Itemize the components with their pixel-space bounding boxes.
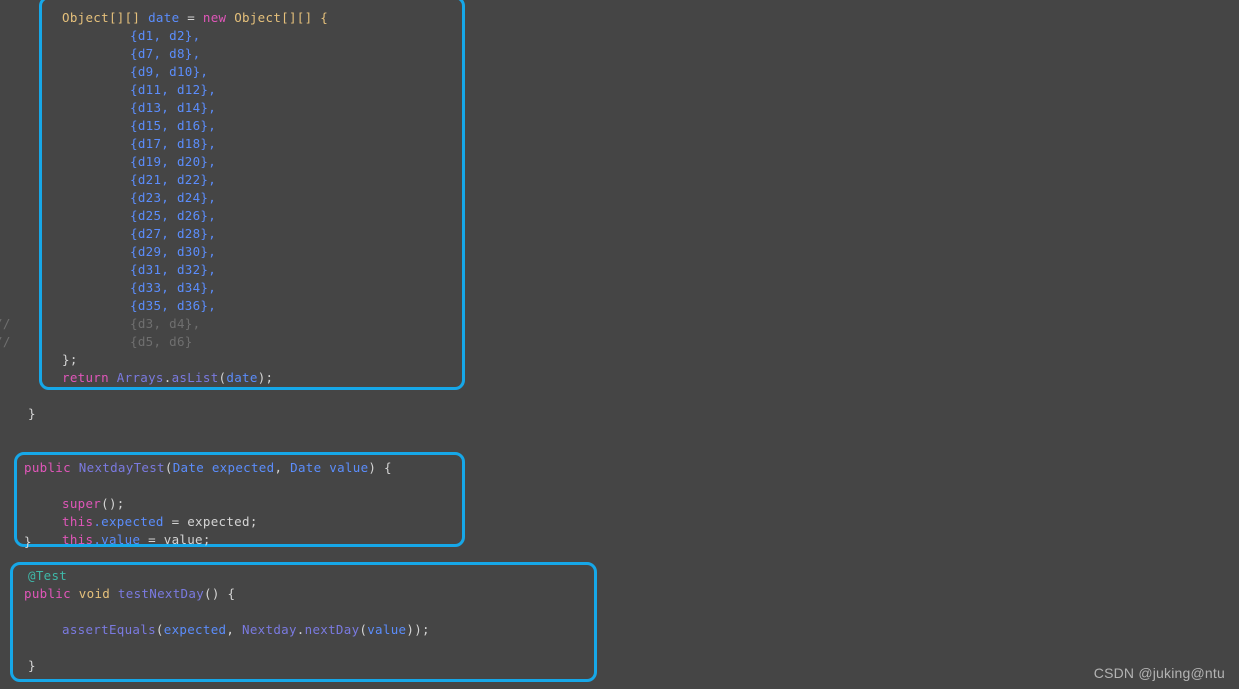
token-var-date: date	[148, 10, 180, 25]
token-arg-expected: expected	[163, 622, 227, 637]
token-field-expected: .expected	[93, 514, 164, 529]
token-arg-value: value	[367, 622, 407, 637]
code-line-row-2: {d9, d10},	[130, 64, 209, 79]
code-line-test-signature: public void testNextDay() {	[24, 586, 236, 601]
token-modifier-public-2: public	[24, 586, 71, 601]
token-keyword-new: new	[202, 10, 227, 25]
code-line-row-5: {d15, d16},	[130, 118, 217, 133]
token-annotation-test: @Test	[28, 568, 68, 583]
token-keyword-this-1: this	[62, 514, 94, 529]
token-keyword-return: return	[62, 370, 109, 385]
token-method-aslist: asList	[171, 370, 219, 385]
editor-canvas: Object[][] date = new Object[][] { {d1, …	[0, 0, 1239, 689]
token-type-object: Object[][]	[62, 10, 141, 25]
code-line-row-10: {d25, d26},	[130, 208, 217, 223]
code-line-row-13: {d31, d32},	[130, 262, 217, 277]
code-line-test-close: }	[28, 658, 36, 673]
code-line-row-8: {d21, d22},	[130, 172, 217, 187]
token-type-date-2: Date	[290, 460, 322, 475]
token-class-nextday: Nextday	[242, 622, 297, 637]
token-equals: =	[179, 10, 203, 25]
token-modifier-public: public	[24, 460, 71, 475]
token-arg-date: date	[226, 370, 258, 385]
code-line-assert-equals: assertEquals(expected, Nextday.nextDay(v…	[62, 622, 430, 637]
watermark-csdn: CSDN @juking@ntu	[1093, 665, 1225, 681]
token-type-object2: Object[][] {	[226, 10, 329, 25]
code-line-row-14: {d33, d34},	[130, 280, 217, 295]
token-field-value: .value	[93, 532, 141, 547]
code-line-ctor-signature: public NextdayTest(Date expected, Date v…	[24, 460, 392, 475]
code-line-row-11: {d27, d28},	[130, 226, 217, 241]
code-line-annotation-test: @Test	[28, 567, 67, 585]
code-line-row-3: {d11, d12},	[130, 82, 217, 97]
code-line-row-0: {d1, d2},	[130, 28, 201, 43]
code-line-commented-row-1: {d5, d6}	[130, 334, 193, 349]
code-line-assign-value: this.value = value;	[62, 532, 211, 547]
comment-marker-left-2: //	[0, 334, 11, 349]
code-line-row-7: {d19, d20},	[130, 154, 217, 169]
code-line-row-6: {d17, d18},	[130, 136, 217, 151]
token-ctor-name: NextdayTest	[70, 460, 165, 475]
code-line-commented-row-0: {d3, d4},	[130, 316, 201, 331]
code-line-closing-brace: }	[28, 406, 36, 421]
token-keyword-super: super	[62, 496, 102, 511]
token-param-value: value	[321, 460, 369, 475]
code-line-ctor-close: }	[24, 534, 32, 549]
code-line-row-15: {d35, d36},	[130, 298, 217, 313]
code-line-row-9: {d23, d24},	[130, 190, 217, 205]
token-method-nextday: nextDay	[304, 622, 360, 637]
token-type-void: void	[70, 586, 111, 601]
token-method-assertequals: assertEquals	[62, 622, 156, 637]
token-param-expected: expected	[204, 460, 275, 475]
comment-marker-left-1: //	[0, 316, 11, 331]
code-line-row-4: {d13, d14},	[130, 100, 217, 115]
code-line-super-call: super();	[62, 496, 125, 511]
token-method-testnextday: testNextDay	[110, 586, 205, 601]
token-class-arrays: Arrays	[108, 370, 164, 385]
token-keyword-this-2: this	[62, 532, 94, 547]
token-type-date-1: Date	[172, 460, 205, 475]
code-line-row-1: {d7, d8},	[130, 46, 201, 61]
code-line-assign-expected: this.expected = expected;	[62, 514, 258, 529]
code-line-row-12: {d29, d30},	[130, 244, 217, 259]
code-line-array-decl: Object[][] date = new Object[][] {	[62, 9, 328, 27]
code-line-return: return Arrays.asList(date);	[62, 370, 274, 385]
highlight-box-data-provider	[39, 0, 465, 390]
code-line-array-close: };	[62, 352, 78, 367]
